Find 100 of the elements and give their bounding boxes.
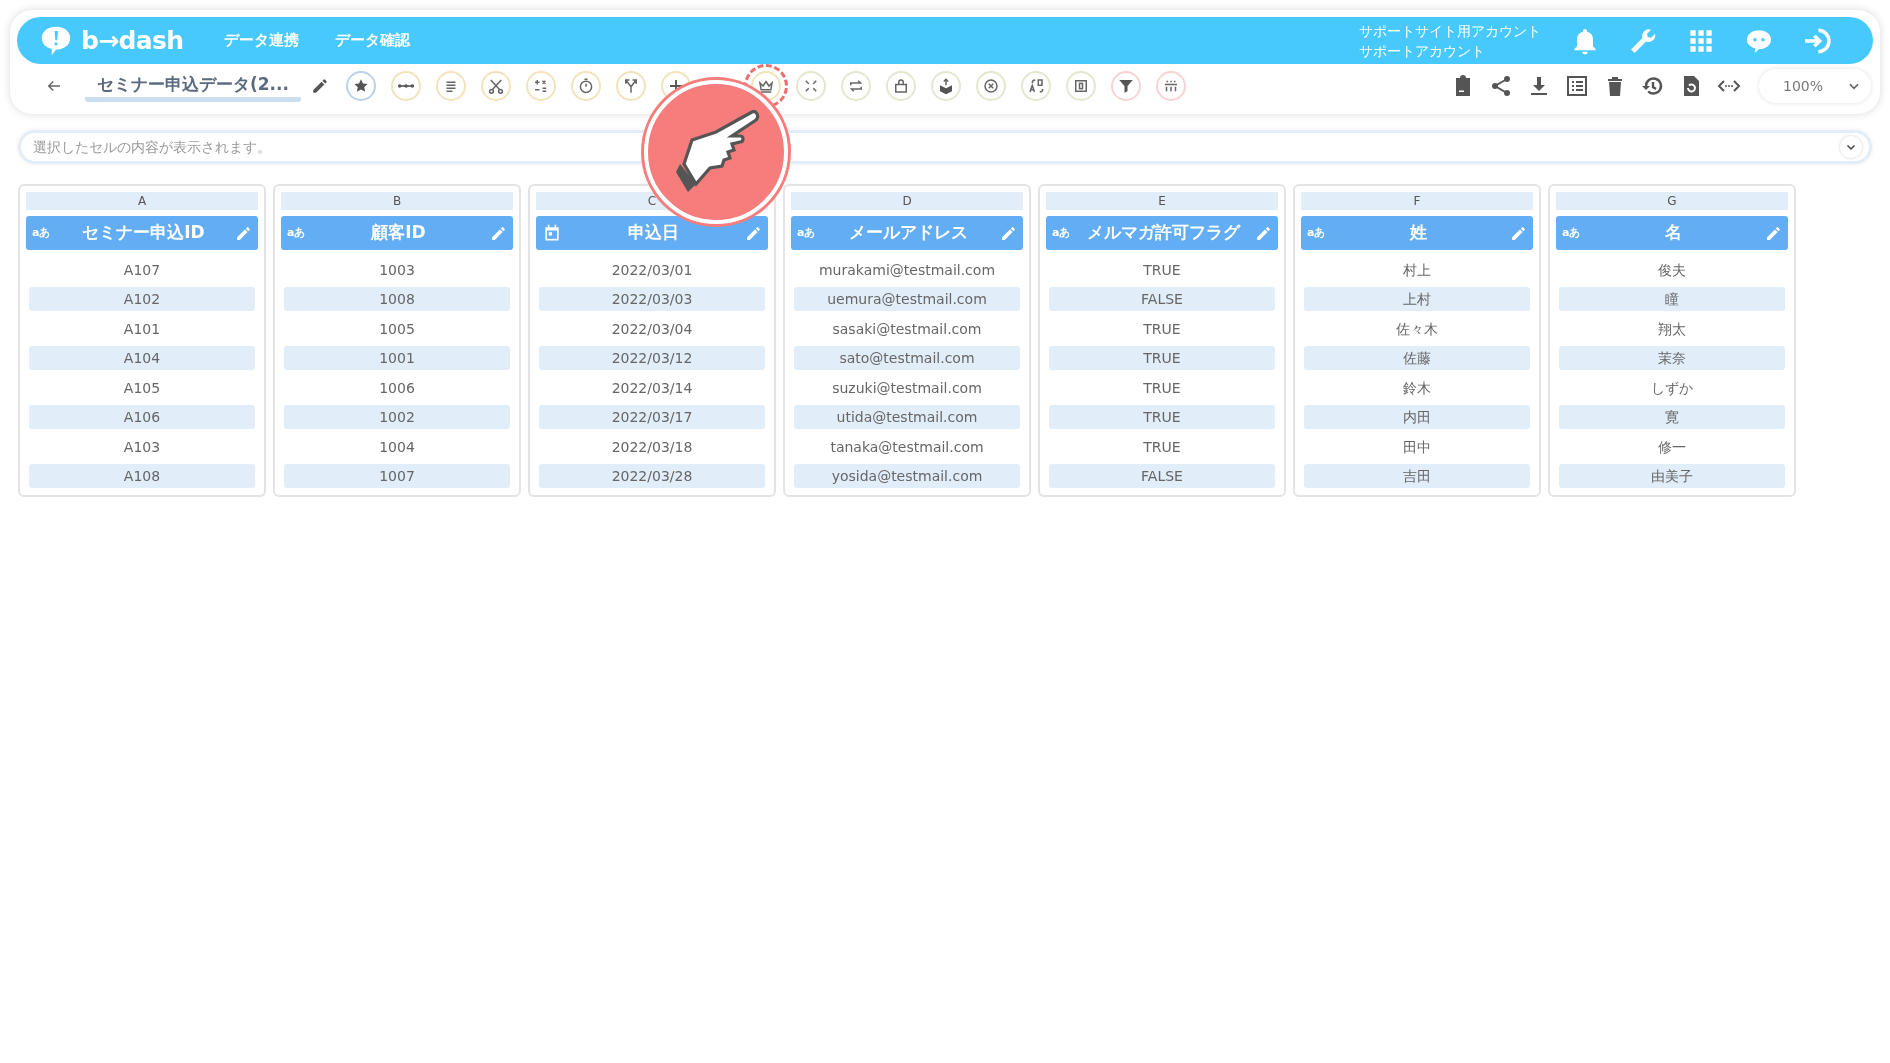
- table-cell[interactable]: 1004: [284, 434, 510, 459]
- table-cell[interactable]: FALSE: [1049, 464, 1275, 489]
- account-name: サポートサイト用アカウント: [1359, 21, 1541, 41]
- cell-content-field[interactable]: 選択したセルの内容が表示されます。: [18, 130, 1872, 164]
- table-cell[interactable]: TRUE: [1049, 316, 1275, 341]
- table-cell[interactable]: しずか: [1559, 375, 1785, 400]
- table-cell[interactable]: 1006: [284, 375, 510, 400]
- logo-text: b→dash: [81, 24, 184, 57]
- table-cell[interactable]: 吉田: [1304, 464, 1530, 489]
- share-icon[interactable]: [1489, 74, 1513, 98]
- zero-box-icon: [1072, 77, 1090, 95]
- zero-box-tool-button[interactable]: [1066, 71, 1096, 101]
- dots-line-tool-button[interactable]: [391, 71, 421, 101]
- table-cell[interactable]: yosida@testmail.com: [794, 464, 1020, 489]
- text-lines-tool-button[interactable]: [436, 71, 466, 101]
- type-label: aあ: [1562, 224, 1582, 241]
- column-name: 名: [1664, 221, 1683, 245]
- column-name: メールアドレス: [848, 221, 969, 245]
- repeat-tool-button[interactable]: [841, 71, 871, 101]
- column-name: セミナー申込ID: [81, 221, 206, 245]
- table-cell[interactable]: 1007: [284, 464, 510, 489]
- column-letter: A: [26, 192, 258, 210]
- translate-tool-button[interactable]: [1021, 71, 1051, 101]
- table-cell[interactable]: 2022/03/01: [539, 257, 765, 282]
- translate-icon: [1027, 77, 1045, 95]
- table-cell[interactable]: sato@testmail.com: [794, 346, 1020, 371]
- table-cell[interactable]: FALSE: [1049, 287, 1275, 312]
- table-cell[interactable]: 田中: [1304, 434, 1530, 459]
- table-cell[interactable]: A106: [29, 405, 255, 430]
- table-cell[interactable]: 2022/03/12: [539, 346, 765, 371]
- table-cell[interactable]: 1001: [284, 346, 510, 371]
- table-cell[interactable]: TRUE: [1049, 375, 1275, 400]
- table-cell[interactable]: 2022/03/18: [539, 434, 765, 459]
- calculator-signs-tool-button[interactable]: [526, 71, 556, 101]
- table-cell[interactable]: TRUE: [1049, 346, 1275, 371]
- history-icon[interactable]: [1641, 74, 1665, 98]
- table-cell[interactable]: suzuki@testmail.com: [794, 375, 1020, 400]
- table-cell[interactable]: 瞳: [1559, 287, 1785, 312]
- type-label: aあ: [1307, 224, 1327, 241]
- table-cell[interactable]: 村上: [1304, 257, 1530, 282]
- table-cell[interactable]: 1005: [284, 316, 510, 341]
- stopwatch-icon: [577, 77, 595, 95]
- table-cell[interactable]: A107: [29, 257, 255, 282]
- fork-arrows-tool-button[interactable]: [616, 71, 646, 101]
- table-cell[interactable]: 1003: [284, 257, 510, 282]
- column-name: 顧客ID: [370, 221, 427, 245]
- table-cell[interactable]: tanaka@testmail.com: [794, 434, 1020, 459]
- box-upload-tool-button[interactable]: [931, 71, 961, 101]
- table-cell[interactable]: 1002: [284, 405, 510, 430]
- table-cell[interactable]: A101: [29, 316, 255, 341]
- table-cell[interactable]: A108: [29, 464, 255, 489]
- table-cell[interactable]: 内田: [1304, 405, 1530, 430]
- column-letter: F: [1301, 192, 1533, 210]
- star-tool-button[interactable]: [346, 71, 376, 101]
- list-icon[interactable]: [1565, 74, 1589, 98]
- zoom-select[interactable]: 100%: [1759, 69, 1871, 103]
- table-cell[interactable]: 俊夫: [1559, 257, 1785, 282]
- expand-button[interactable]: [1840, 136, 1862, 158]
- table-cell[interactable]: utida@testmail.com: [794, 405, 1020, 430]
- type-label: aあ: [287, 224, 307, 241]
- stopwatch-tool-button[interactable]: [571, 71, 601, 101]
- table-cell[interactable]: A105: [29, 375, 255, 400]
- filter-tool-button[interactable]: [1111, 71, 1141, 101]
- close-circle-tool-button[interactable]: [976, 71, 1006, 101]
- table-cell[interactable]: TRUE: [1049, 405, 1275, 430]
- dots-line-icon: [397, 83, 415, 89]
- lock-box-icon: [892, 77, 910, 95]
- file-title: セミナー申込データ(2...: [85, 70, 301, 102]
- table-cell[interactable]: A102: [29, 287, 255, 312]
- table-cell[interactable]: 修一: [1559, 434, 1785, 459]
- column-letter: D: [791, 192, 1023, 210]
- table-cell[interactable]: TRUE: [1049, 434, 1275, 459]
- table-cell[interactable]: 2022/03/28: [539, 464, 765, 489]
- type-label: aあ: [797, 224, 817, 241]
- lock-box-tool-button[interactable]: [886, 71, 916, 101]
- calendar-icon: [542, 223, 562, 243]
- table-cell[interactable]: 2022/03/17: [539, 405, 765, 430]
- table-cell[interactable]: 2022/03/04: [539, 316, 765, 341]
- table-cell[interactable]: 翔太: [1559, 316, 1785, 341]
- table-cell[interactable]: A103: [29, 434, 255, 459]
- table-cell[interactable]: 上村: [1304, 287, 1530, 312]
- table-cell[interactable]: 2022/03/03: [539, 287, 765, 312]
- pencil-icon[interactable]: [311, 77, 329, 95]
- table-cell[interactable]: 1008: [284, 287, 510, 312]
- table-cell[interactable]: A104: [29, 346, 255, 371]
- table-cell[interactable]: uemura@testmail.com: [794, 287, 1020, 312]
- table-cell[interactable]: 鈴木: [1304, 375, 1530, 400]
- scissors-tool-button[interactable]: [481, 71, 511, 101]
- table-cell[interactable]: 由美子: [1559, 464, 1785, 489]
- table-cell[interactable]: 佐々木: [1304, 316, 1530, 341]
- table-cell[interactable]: 佐藤: [1304, 346, 1530, 371]
- table-cell[interactable]: TRUE: [1049, 257, 1275, 282]
- table-cell[interactable]: 寛: [1559, 405, 1785, 430]
- table-cell[interactable]: 茉奈: [1559, 346, 1785, 371]
- column-letter: G: [1556, 192, 1788, 210]
- table-cell[interactable]: sasaki@testmail.com: [794, 316, 1020, 341]
- table-cell[interactable]: 2022/03/14: [539, 375, 765, 400]
- fork-arrows-icon: [622, 77, 640, 95]
- column-name: 姓: [1408, 221, 1428, 245]
- table-cell[interactable]: murakami@testmail.com: [794, 257, 1020, 282]
